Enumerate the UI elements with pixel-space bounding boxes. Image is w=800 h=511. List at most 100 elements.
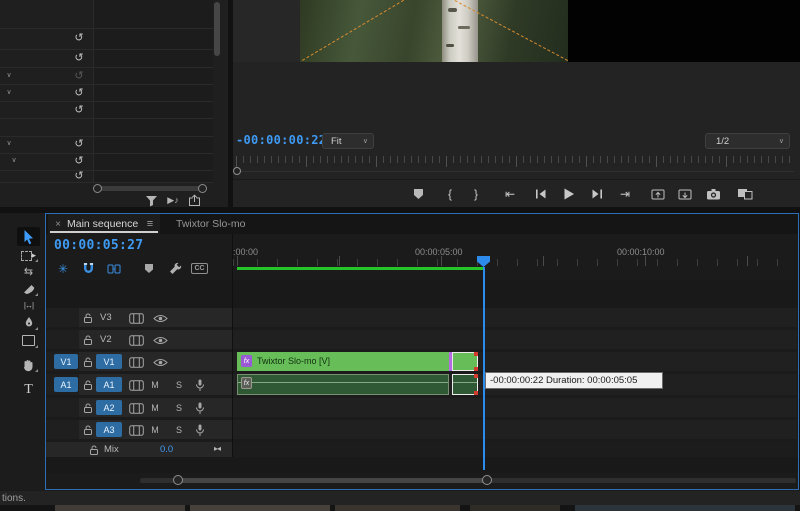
- mark-in-icon[interactable]: {: [442, 186, 458, 201]
- source-patch-slot[interactable]: [46, 420, 79, 439]
- track-content-v3[interactable]: [233, 308, 797, 327]
- track-content-a2[interactable]: [233, 398, 797, 417]
- tab-twixtor-slomo-label[interactable]: Twixtor Slo-mo: [176, 218, 245, 230]
- reset-parameter-icon[interactable]: ↺: [72, 69, 86, 83]
- play-icon[interactable]: [560, 185, 577, 202]
- reset-parameter-icon[interactable]: ↺: [72, 169, 86, 183]
- linked-selection-icon[interactable]: [105, 261, 122, 276]
- export-icon[interactable]: [187, 193, 201, 207]
- lock-icon[interactable]: [81, 355, 94, 368]
- video-clip-twixtor[interactable]: fx Twixtor Slo-mo [V]: [237, 352, 449, 371]
- reset-parameter-icon[interactable]: ↺: [72, 31, 86, 45]
- source-patch-slot[interactable]: [46, 308, 79, 327]
- effect-controls-vscrollbar[interactable]: [214, 2, 220, 56]
- trim-handle-red[interactable]: [474, 367, 478, 371]
- mic-icon[interactable]: [194, 423, 206, 437]
- track-targeting-icon[interactable]: [128, 312, 144, 324]
- scrollbar-handle[interactable]: [198, 184, 207, 193]
- lock-icon[interactable]: [81, 333, 94, 346]
- fx-badge-icon[interactable]: fx: [241, 355, 252, 367]
- scrollbar-handle[interactable]: [173, 475, 183, 485]
- captions-button[interactable]: CC: [191, 263, 208, 274]
- trim-handle-red[interactable]: [474, 352, 478, 356]
- effect-controls-hscrollbar[interactable]: [98, 186, 202, 191]
- add-marker-icon[interactable]: [410, 187, 426, 201]
- track-targeting-icon[interactable]: [128, 402, 144, 414]
- program-timecode[interactable]: -00:00:00:22: [236, 133, 326, 147]
- source-patch-v1[interactable]: V1: [54, 354, 78, 369]
- scrollbar-handle[interactable]: [93, 184, 102, 193]
- selection-tool[interactable]: [18, 228, 39, 245]
- timeline-timecode[interactable]: 00:00:05:27: [54, 238, 143, 253]
- audio-clip-twixtor[interactable]: fx: [237, 374, 449, 395]
- slip-tool[interactable]: |↔|: [18, 297, 39, 314]
- solo-button[interactable]: S: [174, 425, 184, 435]
- mute-button[interactable]: M: [150, 403, 160, 413]
- ripple-edit-tool[interactable]: ⇆: [18, 263, 39, 280]
- go-to-in-icon[interactable]: ⇤: [502, 186, 518, 201]
- reset-parameter-icon[interactable]: ↺: [72, 103, 86, 117]
- mute-button[interactable]: M: [150, 380, 160, 390]
- track-name-v3[interactable]: V3: [100, 312, 112, 323]
- mark-out-icon[interactable]: }: [468, 186, 484, 201]
- fx-badge-icon[interactable]: fx: [241, 377, 252, 389]
- track-targeting-icon[interactable]: [128, 424, 144, 436]
- lock-icon[interactable]: [81, 401, 94, 414]
- monitor-scrubber-handle[interactable]: [233, 167, 241, 175]
- nest-sequences-icon[interactable]: ✳: [55, 261, 71, 276]
- type-tool[interactable]: T: [18, 381, 39, 398]
- solo-button[interactable]: S: [174, 403, 184, 413]
- track-header-mix[interactable]: [46, 442, 232, 457]
- solo-button[interactable]: S: [174, 380, 184, 390]
- go-to-out-icon[interactable]: ⇥: [617, 186, 633, 201]
- razor-tool[interactable]: [18, 280, 39, 297]
- chevron-down-icon[interactable]: ∨: [3, 88, 15, 96]
- track-targeting-icon[interactable]: [128, 356, 144, 368]
- track-targeting-icon[interactable]: [128, 334, 144, 346]
- timeline-settings-wrench-icon[interactable]: [167, 261, 183, 276]
- source-patch-slot[interactable]: [46, 398, 79, 417]
- panel-menu-icon[interactable]: ≡: [143, 216, 157, 232]
- mix-collapse-icon[interactable]: ▸◂: [214, 444, 221, 453]
- track-target-v1[interactable]: V1: [96, 354, 122, 369]
- lock-icon[interactable]: [81, 423, 94, 436]
- reset-parameter-icon[interactable]: ↺: [72, 86, 86, 100]
- chevron-down-icon[interactable]: ∨: [8, 156, 20, 164]
- eye-icon[interactable]: [152, 335, 168, 345]
- playback-resolution-select[interactable]: 1/2 ∨: [705, 133, 790, 149]
- mic-icon[interactable]: [194, 401, 206, 415]
- rectangle-tool[interactable]: [18, 332, 39, 349]
- track-target-a3[interactable]: A3: [96, 422, 122, 437]
- hand-tool[interactable]: [18, 356, 39, 373]
- reset-parameter-icon[interactable]: ↺: [72, 51, 86, 65]
- mute-button[interactable]: M: [150, 425, 160, 435]
- source-patch-a1[interactable]: A1: [54, 377, 78, 392]
- eye-icon[interactable]: [152, 357, 168, 367]
- track-name-v2[interactable]: V2: [100, 334, 112, 345]
- timeline-hscrollbar-thumb[interactable]: [178, 478, 487, 483]
- zoom-level-select[interactable]: Fit ∨: [322, 133, 374, 149]
- mix-volume-value[interactable]: 0.0: [160, 444, 173, 455]
- trim-handle-red[interactable]: [474, 374, 478, 378]
- reset-parameter-icon[interactable]: ↺: [72, 137, 86, 151]
- add-marker-icon[interactable]: [141, 261, 156, 276]
- track-content-a3[interactable]: [233, 420, 797, 439]
- chevron-down-icon[interactable]: ∨: [3, 139, 15, 147]
- trim-handle-red[interactable]: [474, 391, 478, 395]
- play-audio-only-icon[interactable]: ▶♪: [163, 194, 183, 207]
- playhead-line[interactable]: [483, 267, 485, 470]
- lock-icon[interactable]: [87, 443, 100, 456]
- lock-icon[interactable]: [81, 378, 94, 391]
- lift-icon[interactable]: [650, 187, 666, 201]
- scrollbar-handle[interactable]: [482, 475, 492, 485]
- chevron-down-icon[interactable]: ∨: [3, 71, 15, 79]
- step-back-icon[interactable]: [532, 187, 548, 201]
- close-icon[interactable]: ×: [52, 216, 64, 232]
- comparison-view-icon[interactable]: [736, 186, 753, 201]
- extract-icon[interactable]: [677, 187, 693, 201]
- step-forward-icon[interactable]: [589, 187, 605, 201]
- track-select-forward-tool[interactable]: ▸: [18, 246, 39, 263]
- monitor-scrub-track[interactable]: [236, 171, 794, 172]
- export-frame-icon[interactable]: [705, 186, 721, 201]
- source-patch-slot[interactable]: [46, 330, 79, 349]
